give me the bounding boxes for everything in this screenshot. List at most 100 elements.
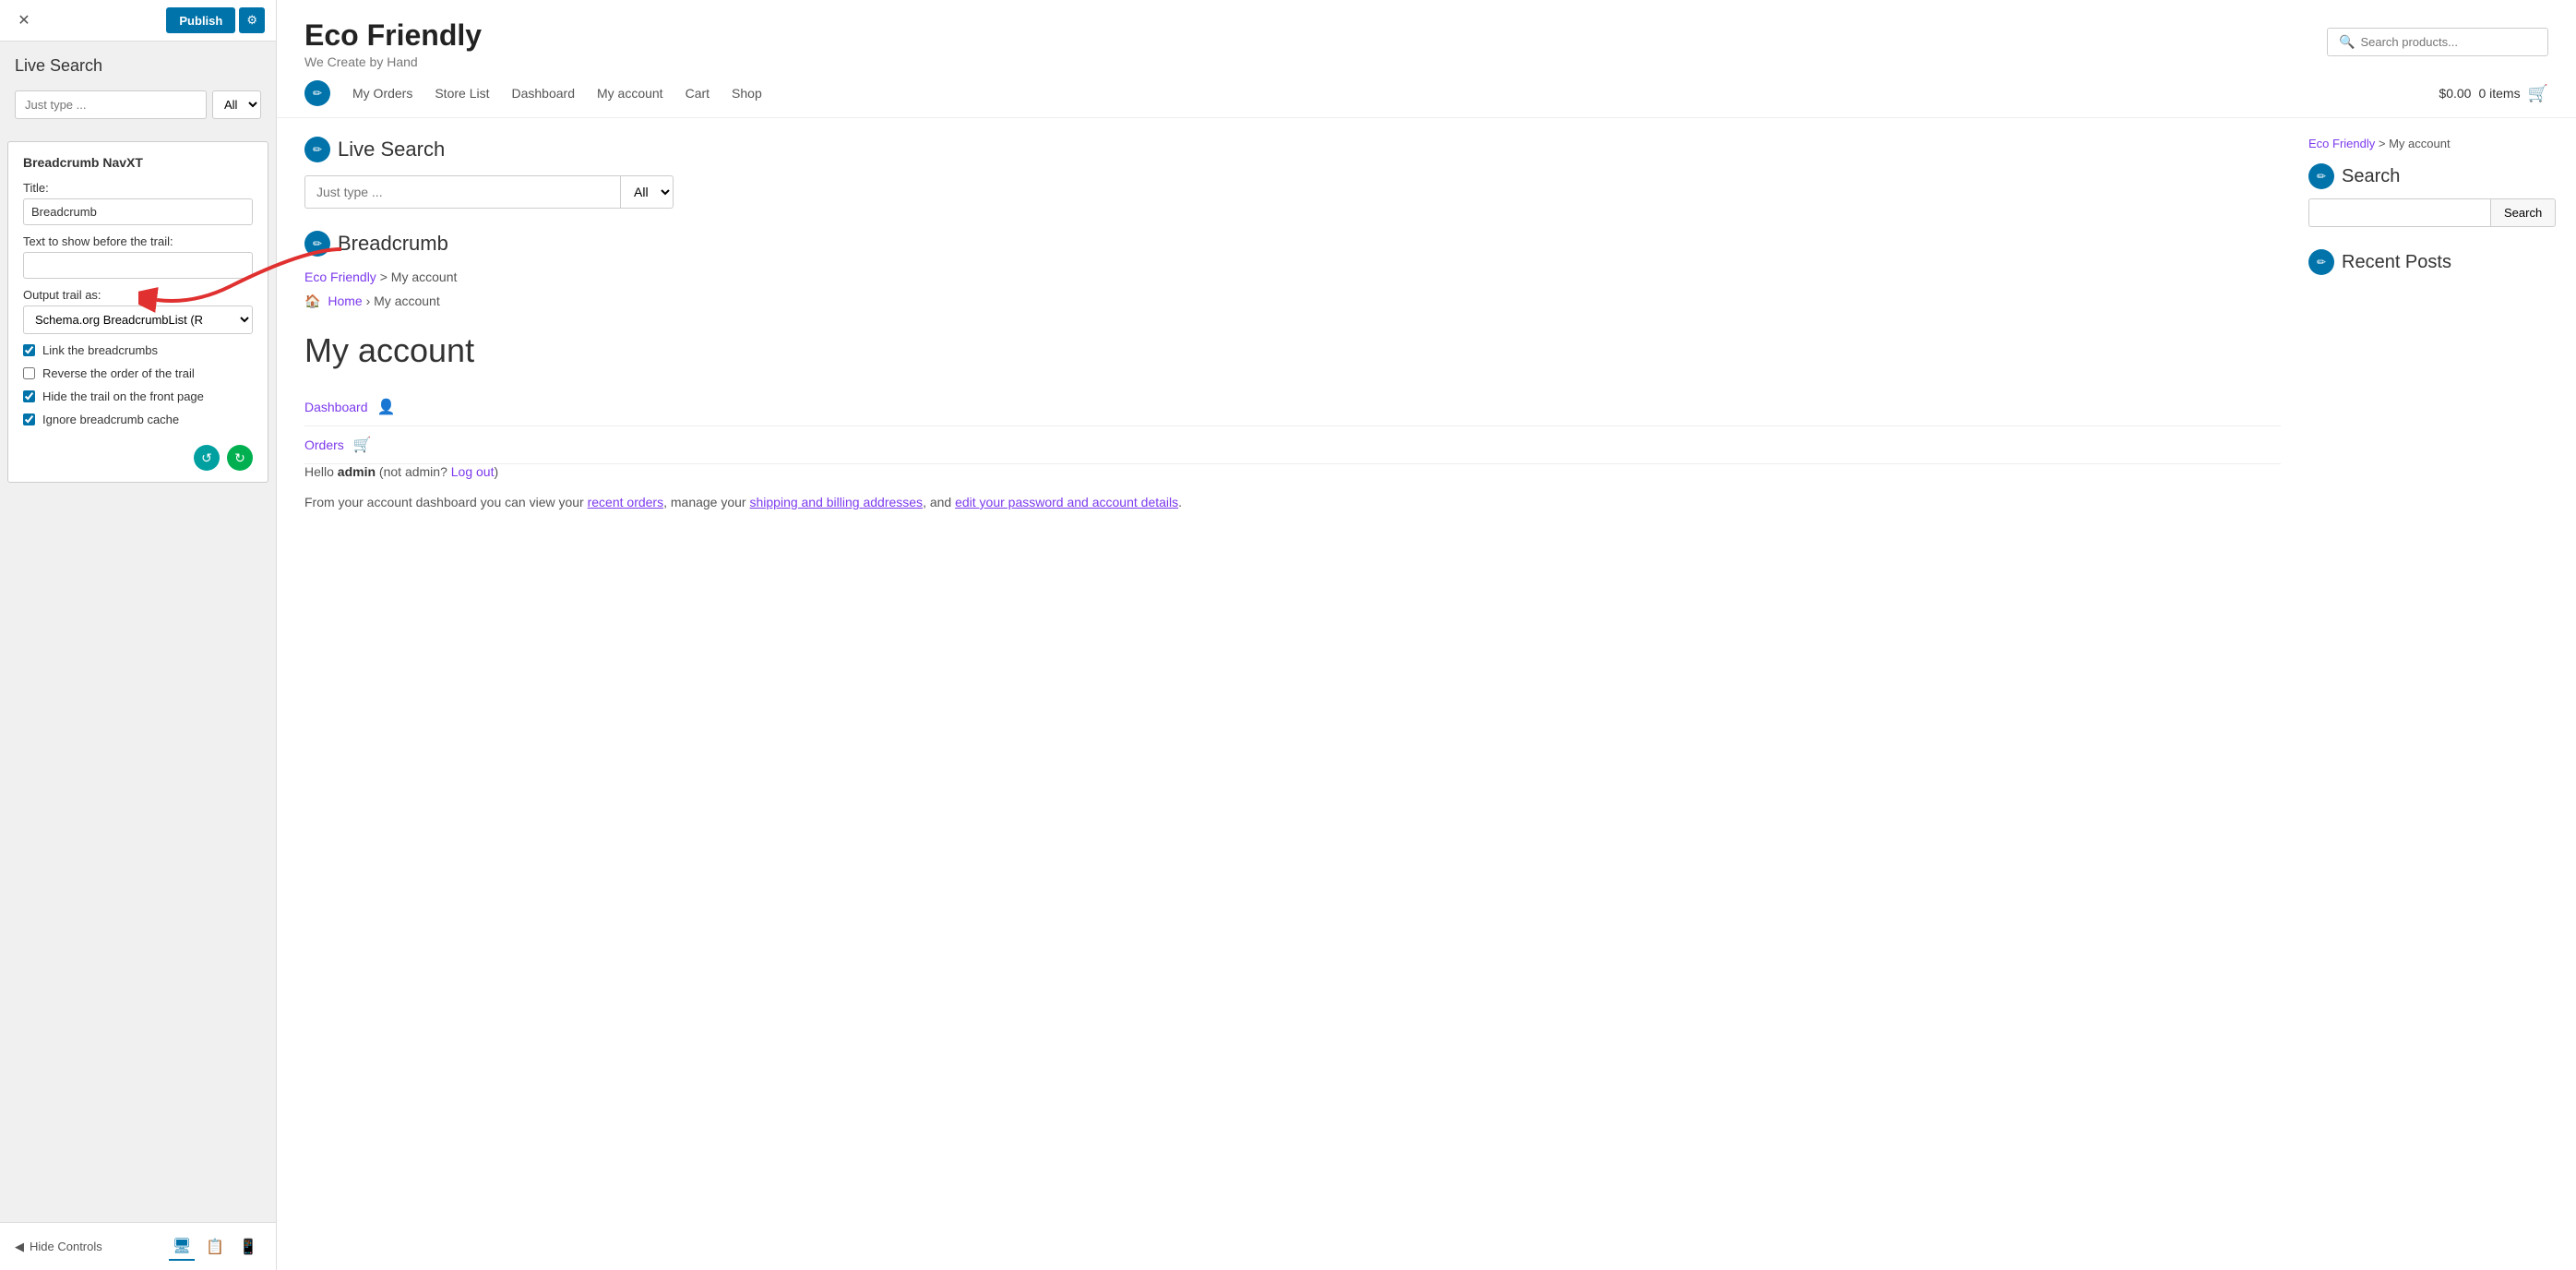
search-icon: 🔍 <box>2339 34 2355 50</box>
hide-controls-button[interactable]: ◀ Hide Controls <box>15 1240 102 1254</box>
breadcrumb-current-2: My account <box>374 294 440 308</box>
reverse-order-label: Reverse the order of the trail <box>42 366 195 380</box>
nav-my-orders[interactable]: My Orders <box>352 86 412 101</box>
top-bar: ✕ Publish ⚙ <box>0 0 276 42</box>
account-links: Dashboard 👤 Orders 🛒 <box>304 389 2281 464</box>
nav-shop[interactable]: Shop <box>732 86 762 101</box>
left-panel: ✕ Publish ⚙ Live Search All Breadcrumb N… <box>0 0 277 1270</box>
live-search-main-input[interactable] <box>304 175 620 209</box>
chevron-left-icon: ◀ <box>15 1240 24 1254</box>
orders-link[interactable]: Orders <box>304 437 344 452</box>
hide-front-page-checkbox[interactable] <box>23 390 35 402</box>
reverse-order-checkbox[interactable] <box>23 367 35 379</box>
checkbox-reverse-order: Reverse the order of the trail <box>23 366 253 380</box>
nav-cart-area: $0.00 0 items 🛒 <box>2439 84 2548 103</box>
sidebar-breadcrumb-link[interactable]: Eco Friendly <box>2308 137 2375 150</box>
logout-link[interactable]: Log out <box>451 464 495 479</box>
live-search-section-title: Live Search <box>338 138 445 162</box>
sidebar-search-edit-icon[interactable]: ✏ <box>2308 163 2334 189</box>
breadcrumb-sep-1: > <box>380 270 388 284</box>
nav-store-list[interactable]: Store List <box>435 86 489 101</box>
breadcrumb-trail-1: Eco Friendly > My account <box>304 270 2281 284</box>
breadcrumb-trail-2: 🏠 Home › My account <box>304 294 2281 309</box>
search-products-box: 🔍 <box>2327 28 2548 56</box>
breadcrumb-section-title: Breadcrumb <box>338 232 448 256</box>
live-search-main-select[interactable]: All <box>620 175 674 209</box>
password-link[interactable]: edit your password and account details <box>955 495 1178 509</box>
sidebar-search-row: Search <box>2308 198 2548 227</box>
main-content: Eco Friendly We Create by Hand 🔍 ✏ My Or… <box>277 0 2576 1270</box>
my-account-section: My account Dashboard 👤 Orders 🛒 Hello ad… <box>304 331 2281 514</box>
checkbox-hide-front-page: Hide the trail on the front page <box>23 389 253 403</box>
sidebar-search-widget: ✏ Search Search <box>2308 163 2548 227</box>
recent-orders-link[interactable]: recent orders <box>588 495 663 509</box>
title-field-label: Title: <box>23 181 253 195</box>
sidebar-breadcrumb-current: My account <box>2389 137 2450 150</box>
search-products-input[interactable] <box>2360 35 2536 49</box>
device-buttons: 🖥 📋 📱 <box>169 1233 261 1261</box>
gear-button[interactable]: ⚙ <box>239 7 265 33</box>
nav-my-account[interactable]: My account <box>597 86 663 101</box>
main-column: ✏ Live Search All ✏ Breadcrumb Eco Frie <box>304 137 2281 536</box>
breadcrumb-home-link-2[interactable]: Home <box>328 294 362 308</box>
home-icon: 🏠 <box>304 294 320 308</box>
cart-icon[interactable]: 🛒 <box>2528 84 2548 103</box>
live-search-input[interactable] <box>15 90 207 119</box>
live-search-section-header: ✏ Live Search <box>304 137 2281 162</box>
desktop-view-button[interactable]: 🖥 <box>169 1233 195 1261</box>
site-tagline: We Create by Hand <box>304 54 482 69</box>
recent-posts-title: ✏ Recent Posts <box>2308 249 2548 275</box>
breadcrumb-section-header: ✏ Breadcrumb <box>304 231 2281 257</box>
recent-posts-title-text: Recent Posts <box>2342 252 2451 273</box>
live-search-widget: All <box>0 83 276 134</box>
sidebar-breadcrumb: Eco Friendly > My account <box>2308 137 2548 150</box>
output-trail-select[interactable]: Schema.org BreadcrumbList (R <box>23 306 253 334</box>
site-nav: ✏ My Orders Store List Dashboard My acco… <box>277 69 2576 118</box>
live-search-section: ✏ Live Search All <box>304 137 2281 209</box>
title-input[interactable] <box>23 198 253 225</box>
widget-card-title: Breadcrumb NavXT <box>23 155 253 170</box>
sidebar-search-widget-title: ✏ Search <box>2308 163 2548 189</box>
ignore-cache-checkbox[interactable] <box>23 413 35 425</box>
nav-edit-icon[interactable]: ✏ <box>304 80 330 106</box>
breadcrumb-edit-icon[interactable]: ✏ <box>304 231 330 257</box>
sidebar-search-input[interactable] <box>2308 198 2490 227</box>
site-branding: Eco Friendly We Create by Hand <box>304 18 482 69</box>
tablet-view-button[interactable]: 📋 <box>202 1233 228 1261</box>
before-trail-label: Text to show before the trail: <box>23 234 253 248</box>
nav-cart[interactable]: Cart <box>686 86 710 101</box>
ignore-cache-label: Ignore breadcrumb cache <box>42 413 179 426</box>
sidebar-breadcrumb-sep: > <box>2379 137 2386 150</box>
live-search-edit-icon[interactable]: ✏ <box>304 137 330 162</box>
site-title: Eco Friendly <box>304 18 482 53</box>
orders-icon: 🛒 <box>353 436 372 454</box>
mobile-view-button[interactable]: 📱 <box>235 1233 261 1261</box>
shipping-link[interactable]: shipping and billing addresses <box>749 495 923 509</box>
dashboard-link[interactable]: Dashboard <box>304 400 368 414</box>
widget-green-button[interactable]: ↻ <box>227 445 253 471</box>
cart-items: 0 items <box>2478 86 2520 101</box>
account-title: My account <box>304 331 2281 370</box>
sidebar-search-button[interactable]: Search <box>2490 198 2556 227</box>
gear-icon: ⚙ <box>246 13 257 27</box>
site-header: Eco Friendly We Create by Hand 🔍 <box>277 0 2576 69</box>
account-desc: From your account dashboard you can view… <box>304 492 2281 514</box>
breadcrumb-navxt-widget: Breadcrumb NavXT Title: Text to show bef… <box>7 141 268 483</box>
recent-posts-edit-icon[interactable]: ✏ <box>2308 249 2334 275</box>
publish-button[interactable]: Publish <box>166 7 235 33</box>
account-username: admin <box>338 464 376 479</box>
link-breadcrumbs-label: Link the breadcrumbs <box>42 343 158 357</box>
checkbox-ignore-cache: Ignore breadcrumb cache <box>23 413 253 426</box>
account-link-dashboard: Dashboard 👤 <box>304 389 2281 426</box>
checkbox-link-breadcrumbs: Link the breadcrumbs <box>23 343 253 357</box>
breadcrumb-home-link-1[interactable]: Eco Friendly <box>304 270 376 284</box>
breadcrumb-current-1: My account <box>391 270 458 284</box>
nav-dashboard[interactable]: Dashboard <box>511 86 575 101</box>
widget-teal-button[interactable]: ↺ <box>194 445 220 471</box>
before-trail-input[interactable] <box>23 252 253 279</box>
close-button[interactable]: ✕ <box>11 7 37 33</box>
link-breadcrumbs-checkbox[interactable] <box>23 344 35 356</box>
sidebar-column: Eco Friendly > My account ✏ Search Searc… <box>2308 137 2548 536</box>
cart-amount: $0.00 <box>2439 86 2471 101</box>
live-search-select[interactable]: All <box>212 90 261 119</box>
